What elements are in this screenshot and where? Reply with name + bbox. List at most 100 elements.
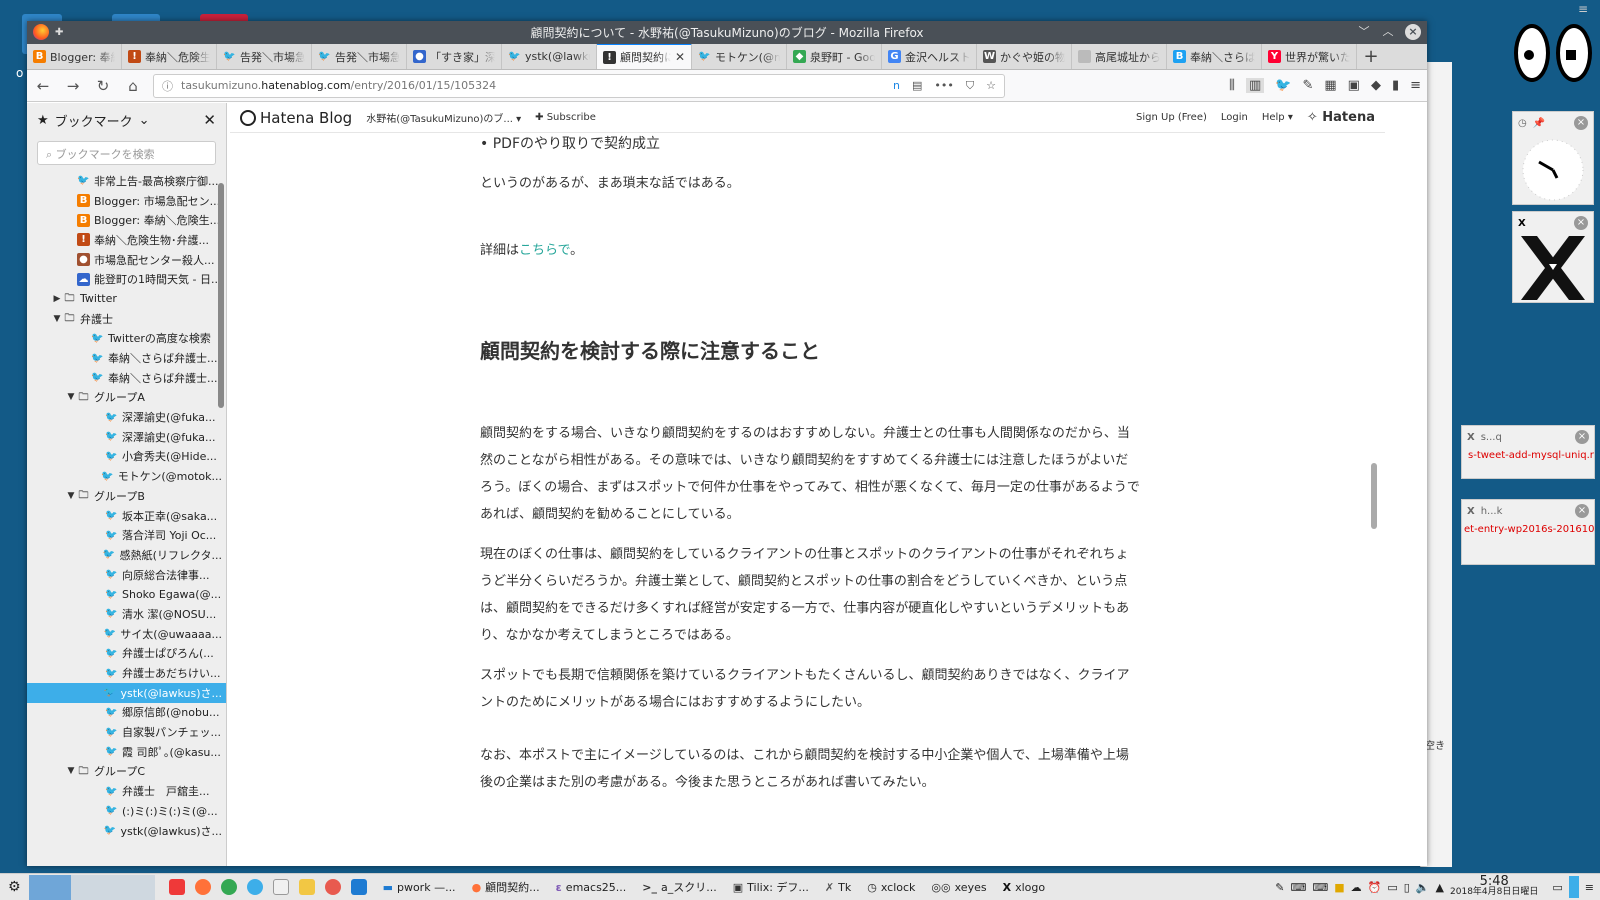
help-dropdown[interactable]: Help ▾ [1262,112,1293,123]
cloud-icon[interactable]: ☁ [1351,881,1362,894]
pager[interactable] [28,874,155,900]
pin-icon[interactable]: 📌 [1533,118,1545,129]
tab[interactable]: 🐦 告発＼市場急 [312,44,407,69]
bookmark-item[interactable]: 🐦 (:)ミ(:)ミ(:)ミ(@... [27,801,226,821]
tab[interactable]: G 金沢ヘルスト [882,44,977,69]
bookmark-folder[interactable]: ▶ 🗀 Twitter [27,289,226,309]
login-link[interactable]: Login [1221,112,1248,123]
panel-menu-icon[interactable]: ≡ [1585,881,1594,894]
bookmark-item[interactable]: 🐦 清水 潔(@NOSU... [27,604,226,624]
taskbar-window-button[interactable]: >_ a_スクリ... [634,874,724,900]
bookmark-item[interactable]: ☁ 能登町の1時間天気 - 日... [27,269,226,289]
clipboard-icon[interactable]: ▮ [1392,78,1399,93]
taskbar-window-button[interactable]: ε emacs25... [548,874,635,900]
grid-icon[interactable]: ▦ [1324,78,1336,93]
evernote-icon[interactable]: ◆ [1371,78,1381,93]
bookmark-item[interactable]: 🐦 小倉秀夫(@Hide... [27,447,226,467]
bookmark-item[interactable]: 🐦 ystk(@lawkus)さ... [27,682,226,703]
close-window-button[interactable]: × [1405,24,1421,40]
bookmark-folder[interactable]: ▼ 🗀 グループA [27,388,226,408]
reload-button[interactable]: ↻ [93,76,113,96]
taskbar-window-button[interactable]: Xxlogo [995,874,1054,900]
taskbar-window-button[interactable]: ✗ Tk [817,874,859,900]
desktop-menu-icon[interactable]: ≡ [1578,2,1594,18]
bookmark-item[interactable]: ● 市場急配センター殺人... [27,250,226,270]
pocket-icon[interactable]: ⛉ [966,79,974,93]
bookmark-item[interactable]: 🐦 弁護士ぱぴろん(... [27,644,226,664]
bookmark-item[interactable]: 🐦 非常上告-最高検察庁御... [27,171,226,191]
bookmark-item[interactable]: 🐦 サイ太(@uwaaaa... [27,624,226,644]
notes-icon[interactable]: ■ [1334,881,1344,894]
tab[interactable]: 🐦 ystk(@lawkus) [502,44,597,69]
terminal-widget-2[interactable]: Xh...k × et-entry-wp2016s-201610 [1461,499,1595,565]
text-editor-icon[interactable] [272,879,289,895]
blog-name-dropdown[interactable]: 水野祐(@TasukuMizuno)のブ... ▾ [366,110,521,125]
subscribe-button[interactable]: ✚ Subscribe [535,112,596,123]
url-bar[interactable]: ⓘ tasukumizuno.hatenablog.com/entry/2016… [153,73,1005,98]
sidebar-header[interactable]: ★ ブックマーク ⌄ ✕ [27,103,226,137]
alarm-icon[interactable]: ⏰ [1368,881,1382,894]
bookmark-folder[interactable]: ▼ 🗀 弁護士 [27,309,226,329]
tab[interactable]: ! 顧問契約に ✕ [597,43,692,69]
close-tab-icon[interactable]: ✕ [675,50,685,64]
bookmark-item[interactable]: 🐦 深澤諭史(@fuka... [27,427,226,447]
expand-tray-icon[interactable]: ▲ [1436,881,1444,894]
bookmark-item[interactable]: 🐦 Twitterの高度な検索 [27,329,226,349]
forward-button[interactable]: → [63,76,83,96]
bookmark-folder[interactable]: ▼ 🗀 グループB [27,486,226,506]
tab[interactable]: W かぐや姫の物 [977,44,1072,69]
sidebar-title[interactable]: ブックマーク [55,111,133,130]
settings-icon[interactable] [246,879,263,895]
tab[interactable]: Y 世界が驚いた [1262,44,1357,69]
firefox-icon[interactable] [194,879,211,895]
tab[interactable]: 高尾城址から振 [1072,44,1167,69]
twitter-icon[interactable]: 🐦 [1275,78,1291,93]
detail-link[interactable]: こちらで [519,243,570,258]
bookmark-item[interactable]: 🐦 モトケン(@motok... [27,466,226,486]
bookmark-item[interactable]: B Blogger: 市場急配セン... [27,191,226,211]
expand-arrow-icon[interactable]: ▼ [65,766,77,776]
chevron-down-icon[interactable]: ⌄ [139,113,150,128]
taskbar-clock[interactable]: 5:48 2018年4月8日日曜日 [1450,875,1538,898]
new-tab-button[interactable]: + [1357,44,1385,69]
bookmark-item[interactable]: 🐦 Shoko Egawa(@... [27,584,226,604]
bookmark-item[interactable]: 🐦 自家製パンチェッ... [27,722,226,742]
bookmark-item[interactable]: 🐦 落合洋司 Yoji Oc... [27,525,226,545]
pen-icon[interactable]: ✎ [1275,881,1284,894]
bookmark-item[interactable]: 🐦 感熱紙(リフレクタ... [27,545,226,565]
keyboard-icon[interactable]: ⌨ [1290,881,1306,894]
pin-icon[interactable]: ✚ [55,27,63,38]
bookmark-item[interactable]: 🐦 弁護士あだちけい... [27,663,226,683]
tab[interactable]: ● 「すき家」深夜 [407,44,502,69]
tab[interactable]: B 奉納＼さらば [1167,44,1262,69]
expand-arrow-icon[interactable]: ▼ [65,392,77,402]
desktop-pager-icon[interactable] [1568,876,1579,898]
tab[interactable]: B Blogger: 奉納 [27,44,122,69]
tab[interactable]: 🐦 告発＼市場急 [217,44,312,69]
screenshot-icon[interactable]: ▣ [1348,78,1360,93]
bookmark-folder[interactable]: ▼ 🗀 グループC [27,762,226,782]
show-desktop-icon[interactable]: ▭ [1552,881,1562,894]
page-scrollbar[interactable] [1371,463,1377,529]
bookmark-star-icon[interactable]: ☆ [986,79,996,93]
tab[interactable]: ! 奉納＼危険生 [122,44,217,69]
library-icon[interactable]: ⫼ [1229,78,1235,93]
bookmark-item[interactable]: 🐦 坂本正幸(@saka... [27,506,226,526]
info-icon[interactable]: ⓘ [162,78,173,94]
page-actions-icon[interactable]: ••• [934,79,953,93]
expand-arrow-icon[interactable]: ▼ [65,491,77,501]
pen-icon[interactable]: ✎ [1302,78,1313,93]
menu-icon[interactable]: ≡ [1410,78,1421,93]
bookmark-item[interactable]: ! 奉納＼危険生物･弁護... [27,230,226,250]
sidebar-toggle-icon[interactable]: ▥ [1245,78,1265,93]
close-icon[interactable]: × [1575,430,1589,444]
close-icon[interactable]: × [1574,216,1588,230]
bookmark-item[interactable]: 🐦 弁護士 戸舘圭... [27,781,226,801]
xlogo-window[interactable]: X × [1512,211,1594,303]
files-icon[interactable] [298,879,315,895]
taskbar-window-button[interactable]: ● 顧問契約... [464,874,548,900]
xclock-window[interactable]: ◷ 📌 × [1512,111,1594,205]
bookmark-item[interactable]: B Blogger: 奉納＼危険生... [27,210,226,230]
expand-arrow-icon[interactable]: ▼ [51,314,63,324]
hatena-brand-link[interactable]: ✧ Hatena [1307,110,1375,125]
